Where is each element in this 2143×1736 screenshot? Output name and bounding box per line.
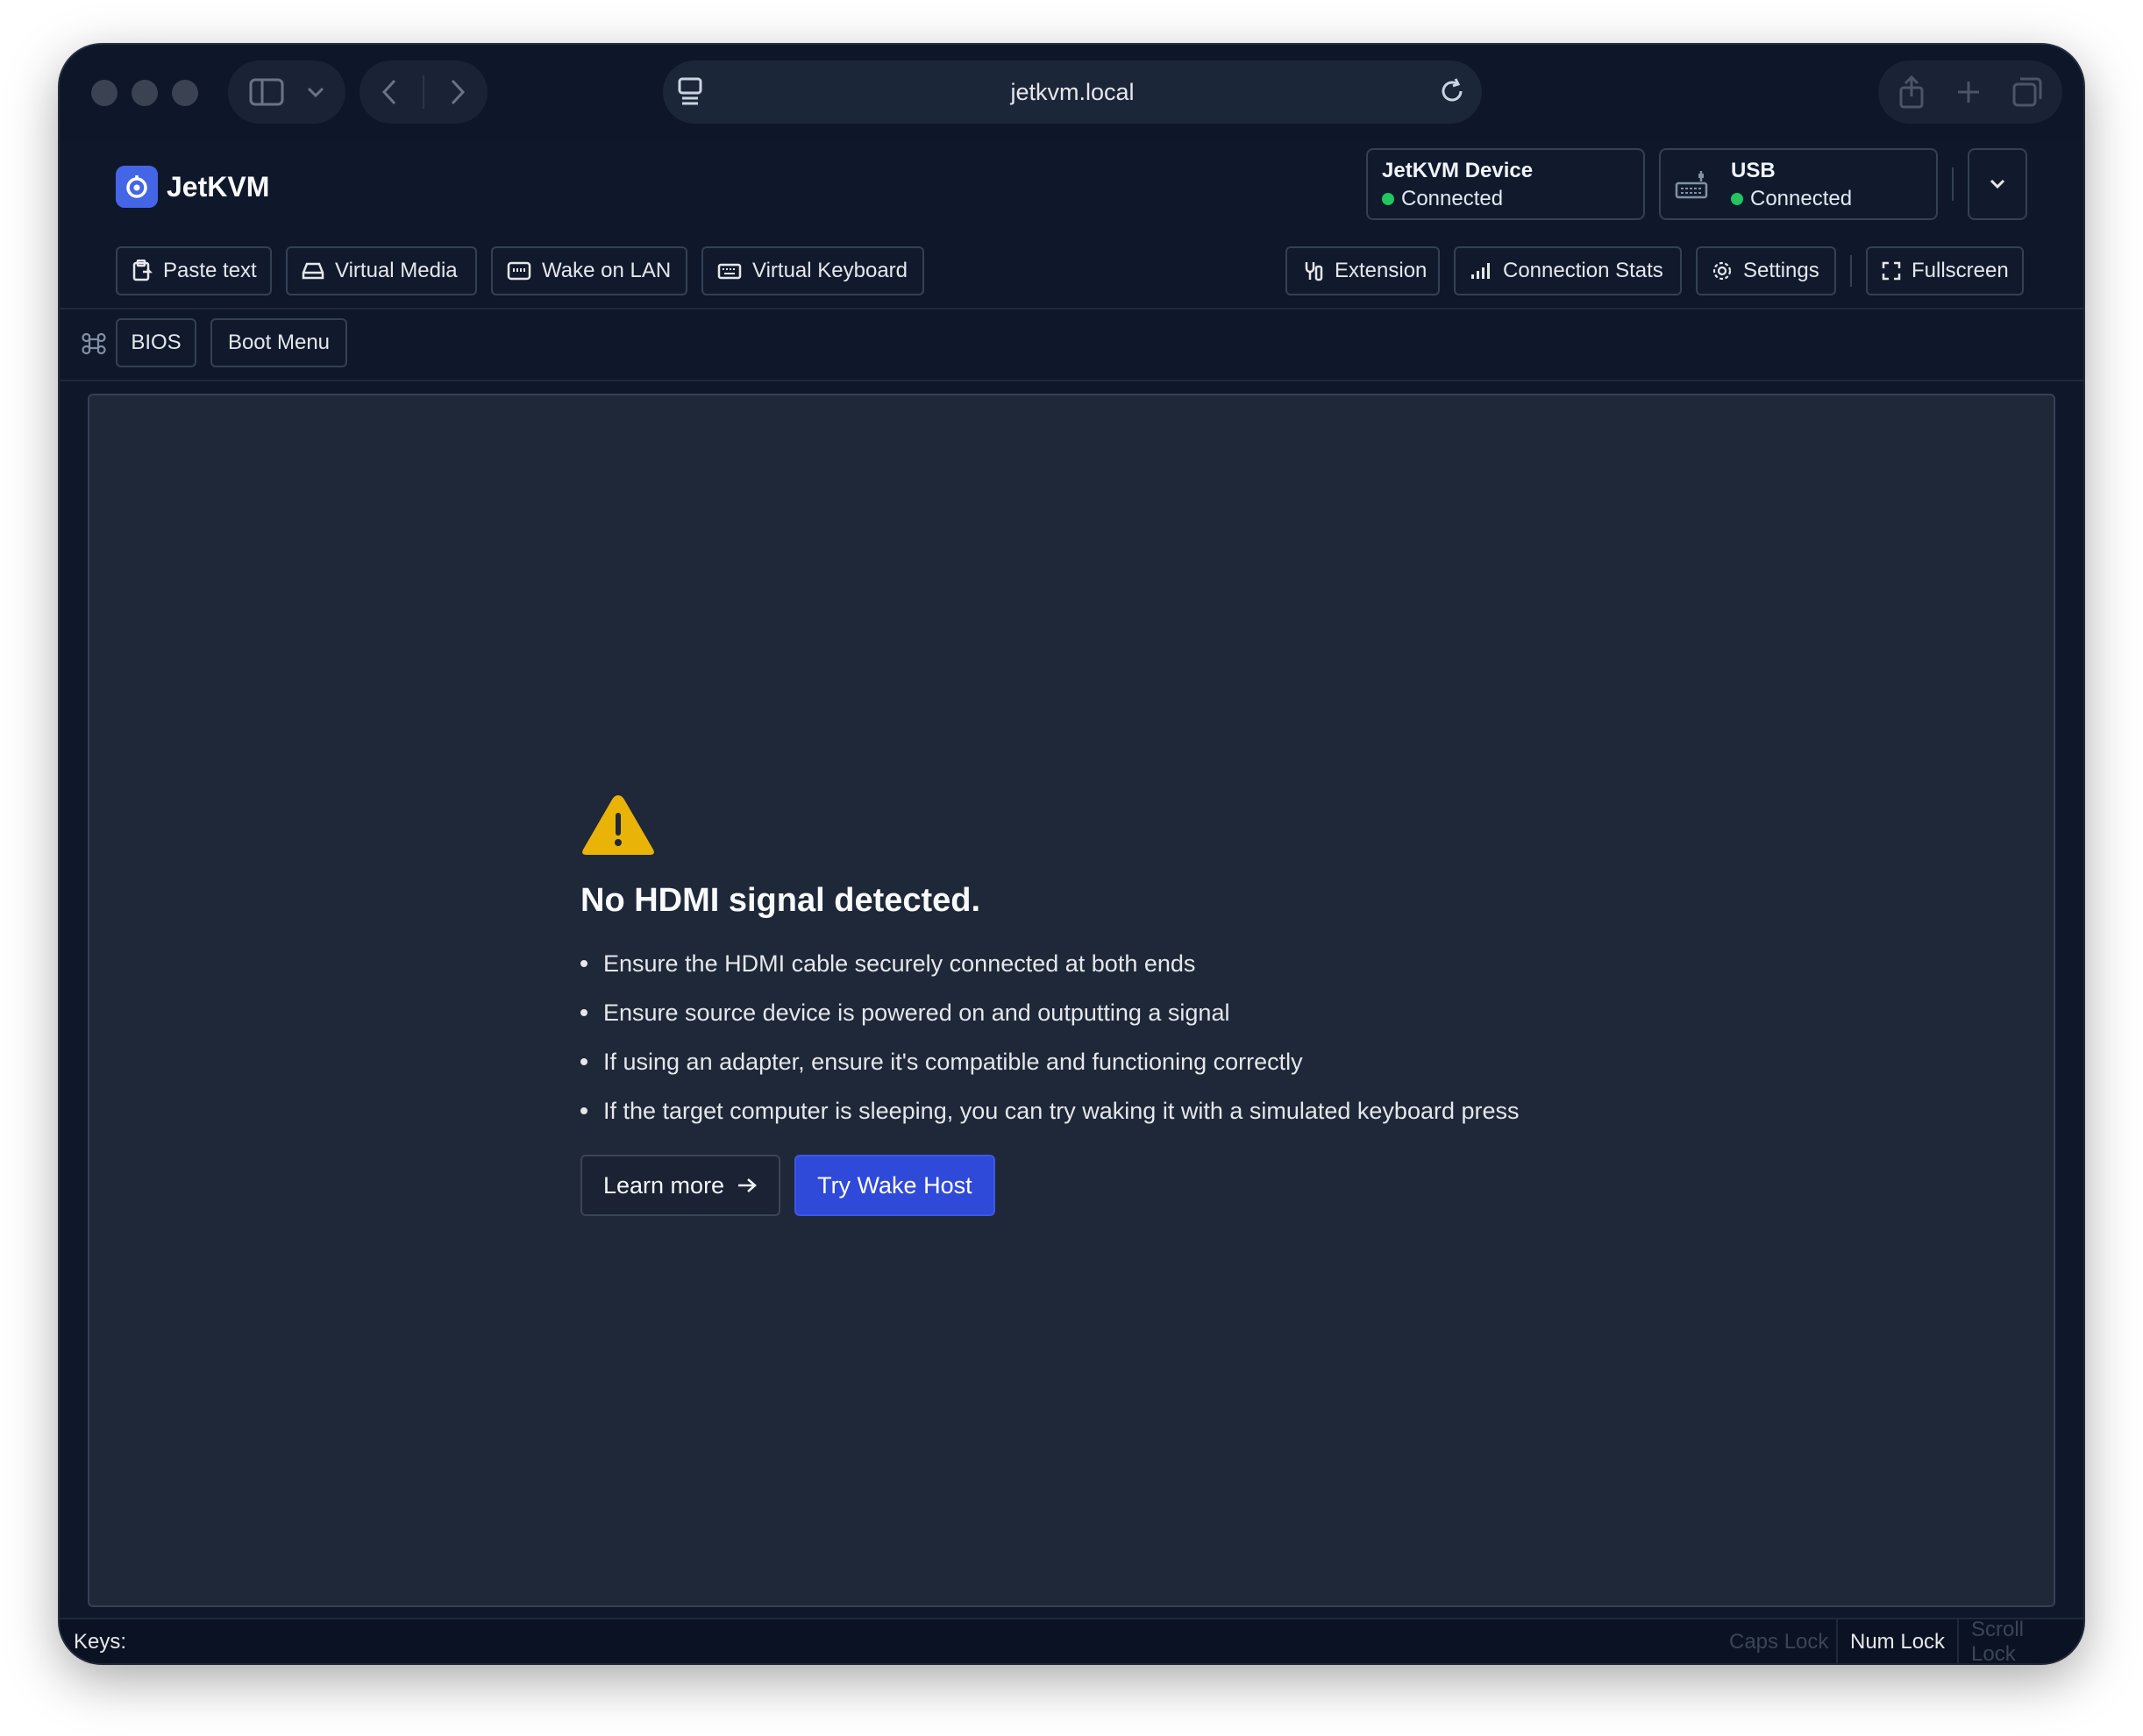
- learn-more-label: Learn more: [603, 1171, 725, 1199]
- device-status-card: JetKVM Device Connected: [1366, 148, 1645, 220]
- warning-triangle-icon: [580, 792, 656, 858]
- app-name: JetKVM: [167, 170, 270, 203]
- bullet-icon: [580, 1009, 587, 1016]
- paste-text-button[interactable]: Paste text: [116, 246, 272, 295]
- num-lock-indicator: Num Lock: [1836, 1619, 1957, 1663]
- tabs-icon[interactable]: [2011, 76, 2043, 108]
- list-item: If the target computer is sleeping, you …: [580, 1086, 1633, 1135]
- extension-label: Extension: [1335, 259, 1427, 282]
- reload-icon[interactable]: [1438, 76, 1466, 106]
- paste-text-label: Paste text: [163, 259, 257, 282]
- plus-icon[interactable]: [1955, 79, 1982, 105]
- bullet-icon: [580, 960, 587, 967]
- usb-status-line: Connected: [1731, 187, 1922, 211]
- arrow-right-icon: [737, 1177, 758, 1194]
- keys-label: Keys:: [74, 1630, 127, 1654]
- browser-actions-group: [1878, 60, 2062, 124]
- status-footer: Keys: Caps Lock Num Lock Scroll Lock: [60, 1618, 2083, 1663]
- jetkvm-logo-icon: [116, 166, 158, 208]
- device-status-title: JetKVM Device: [1382, 159, 1534, 182]
- url-text: jetkvm.local: [1010, 78, 1135, 105]
- boot-menu-label: Boot Menu: [227, 331, 331, 354]
- status-dot-icon: [1731, 193, 1743, 205]
- browser-window: jetkvm.local JetKVM JetKVM Device Connec…: [60, 45, 2083, 1663]
- scroll-lock-indicator: Scroll Lock: [1957, 1618, 2083, 1663]
- troubleshooting-list: Ensure the HDMI cable securely connected…: [580, 939, 1633, 1135]
- ethernet-icon: [507, 260, 531, 281]
- fullscreen-button[interactable]: Fullscreen: [1866, 246, 2024, 295]
- boot-menu-macro-button[interactable]: Boot Menu: [210, 318, 347, 367]
- settings-button[interactable]: Settings: [1696, 246, 1836, 295]
- forward-icon[interactable]: [449, 78, 466, 106]
- usb-keyboard-icon: [1675, 169, 1710, 201]
- zoom-window-button[interactable]: [172, 80, 198, 106]
- extension-button[interactable]: Extension: [1285, 246, 1440, 295]
- status-dot-icon: [1382, 193, 1394, 205]
- usb-status-title: USB: [1731, 159, 1776, 182]
- chevron-down-icon: [1989, 178, 2006, 190]
- back-icon[interactable]: [381, 78, 398, 106]
- usb-status-card: USB Connected: [1659, 148, 1938, 220]
- hard-drive-icon: [302, 261, 324, 281]
- list-item: If using an adapter, ensure it's compati…: [580, 1037, 1633, 1086]
- wake-on-lan-label: Wake on LAN: [542, 259, 672, 282]
- list-item: Ensure the HDMI cable securely connected…: [580, 939, 1633, 988]
- toolbar-divider: [1850, 255, 1852, 287]
- plug-icon: [1301, 260, 1324, 282]
- usb-status-text: Connected: [1750, 187, 1853, 210]
- virtual-keyboard-button[interactable]: Virtual Keyboard: [701, 246, 924, 295]
- share-icon[interactable]: [1897, 75, 1926, 109]
- gear-icon: [1712, 260, 1733, 281]
- command-key-icon: [81, 331, 107, 357]
- page-icon[interactable]: [677, 76, 703, 106]
- try-wake-host-label: Try Wake Host: [817, 1171, 972, 1199]
- bios-macro-button[interactable]: BIOS: [116, 318, 196, 367]
- list-item: Ensure source device is powered on and o…: [580, 988, 1633, 1037]
- virtual-keyboard-label: Virtual Keyboard: [752, 259, 908, 282]
- sidebar-toggle-group: [228, 60, 345, 124]
- bullet-icon: [580, 1107, 587, 1114]
- bios-label: BIOS: [131, 331, 182, 354]
- signal-bars-icon: [1470, 261, 1492, 281]
- device-status-text: Connected: [1401, 187, 1504, 210]
- device-status-line: Connected: [1382, 187, 1629, 211]
- user-menu-button[interactable]: [1968, 148, 2027, 220]
- connection-stats-button[interactable]: Connection Stats: [1454, 246, 1682, 295]
- virtual-media-button[interactable]: Virtual Media: [286, 246, 477, 295]
- settings-label: Settings: [1743, 259, 1819, 282]
- learn-more-button[interactable]: Learn more: [580, 1155, 781, 1216]
- no-signal-message: No HDMI signal detected. Ensure the HDMI…: [580, 792, 1633, 1216]
- bullet-icon: [580, 1058, 587, 1065]
- nav-divider: [423, 75, 424, 109]
- navigation-group: [360, 60, 488, 124]
- sidebar-icon[interactable]: [249, 78, 284, 106]
- wake-on-lan-button[interactable]: Wake on LAN: [491, 246, 687, 295]
- app-logo[interactable]: JetKVM: [116, 166, 269, 208]
- keyboard-icon: [717, 262, 742, 280]
- chevron-down-icon[interactable]: [307, 86, 324, 98]
- clipboard-icon: [132, 260, 153, 282]
- try-wake-host-button[interactable]: Try Wake Host: [794, 1155, 995, 1216]
- no-signal-title: No HDMI signal detected.: [580, 882, 981, 919]
- fullscreen-label: Fullscreen: [1912, 259, 2009, 282]
- connection-stats-label: Connection Stats: [1503, 259, 1663, 282]
- browser-chrome: jetkvm.local: [60, 45, 2083, 141]
- caps-lock-indicator: Caps Lock: [1729, 1630, 1829, 1654]
- macro-bar: [60, 309, 2083, 381]
- header-divider: [1952, 167, 1954, 201]
- minimize-window-button[interactable]: [132, 80, 158, 106]
- address-bar[interactable]: jetkvm.local: [663, 60, 1482, 124]
- close-window-button[interactable]: [91, 80, 117, 106]
- message-actions: Learn more Try Wake Host: [580, 1155, 1633, 1216]
- virtual-media-label: Virtual Media: [335, 259, 458, 282]
- fullscreen-icon: [1882, 261, 1901, 281]
